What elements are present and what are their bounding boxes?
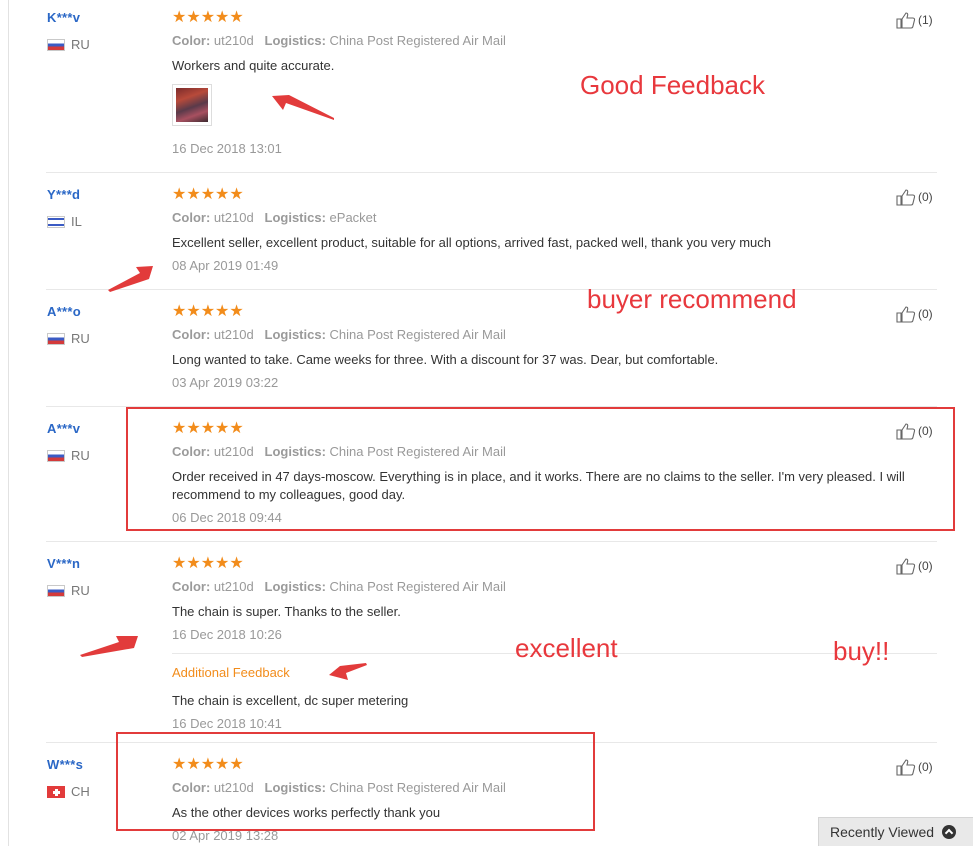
annotation-arrows <box>80 95 367 680</box>
arrow-icon <box>80 636 138 657</box>
arrow-icon <box>329 663 367 680</box>
arrow-icon <box>272 95 334 120</box>
arrow-icon <box>108 266 153 292</box>
chevron-up-circle-icon <box>942 825 957 839</box>
recently-viewed-label: Recently Viewed <box>830 824 935 840</box>
recently-viewed-button[interactable]: Recently Viewed <box>818 817 973 846</box>
